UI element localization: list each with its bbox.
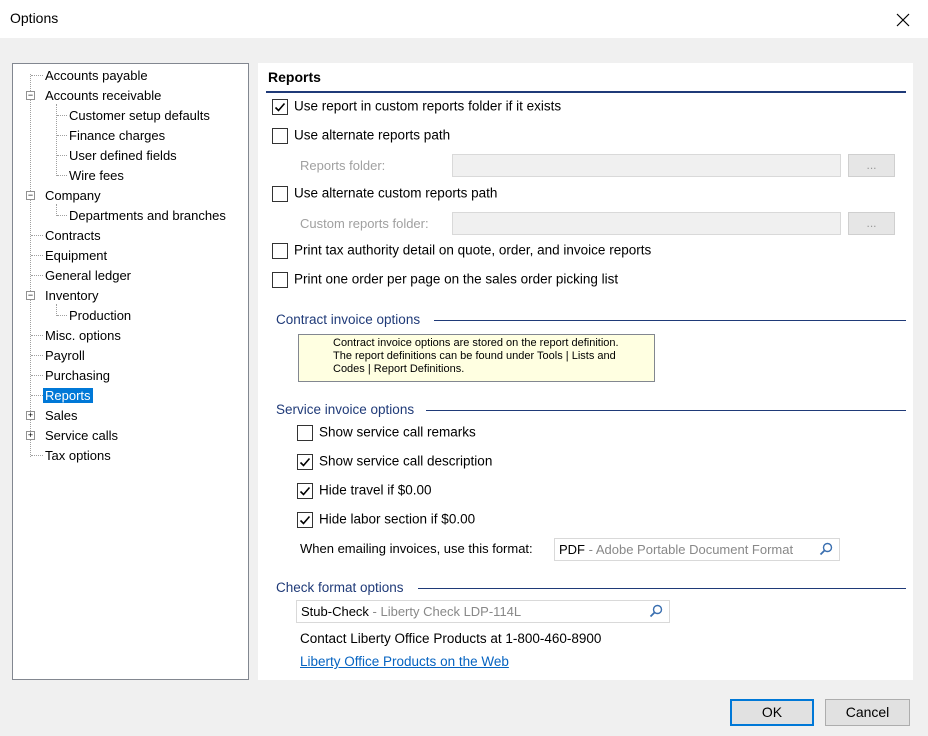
checkbox-box[interactable] xyxy=(272,242,288,259)
tree-connector xyxy=(30,74,31,457)
collapse-icon[interactable]: − xyxy=(26,291,35,300)
reports-folder-browse-button: ... xyxy=(848,154,895,177)
hide-travel-checkbox[interactable]: Hide travel if $0.00 xyxy=(297,482,432,500)
section-divider xyxy=(434,320,906,321)
tree-item-contracts[interactable]: Contracts xyxy=(43,226,103,245)
search-icon[interactable] xyxy=(649,604,663,618)
tree-item-wire-fees[interactable]: Wire fees xyxy=(67,166,126,185)
check-format-code: Stub-Check xyxy=(301,604,369,619)
tree-item-purchasing[interactable]: Purchasing xyxy=(43,366,112,385)
cancel-button[interactable]: Cancel xyxy=(825,699,910,726)
tree-item-production[interactable]: Production xyxy=(67,306,133,325)
reports-folder-input xyxy=(452,154,841,177)
checkbox-box[interactable] xyxy=(297,424,313,441)
checkmark-icon xyxy=(299,486,311,496)
tree-item-reports[interactable]: Reports xyxy=(43,386,93,405)
checkbox-box[interactable] xyxy=(272,185,288,202)
tree-item-accounts-payable[interactable]: Accounts payable xyxy=(43,66,150,85)
options-tree[interactable]: − − − + + Accounts payable Accounts rece… xyxy=(12,63,249,680)
checkmark-icon xyxy=(299,457,311,467)
tree-item-departments-and-branches[interactable]: Departments and branches xyxy=(67,206,228,225)
checkbox-box[interactable] xyxy=(272,98,288,115)
title-bar: Options xyxy=(0,0,928,38)
checkbox-box[interactable] xyxy=(297,511,313,528)
section-divider xyxy=(426,410,906,411)
tree-item-general-ledger[interactable]: General ledger xyxy=(43,266,133,285)
checkbox-box[interactable] xyxy=(297,482,313,499)
search-icon[interactable] xyxy=(819,542,833,556)
tree-item-service-calls[interactable]: Service calls xyxy=(43,426,120,445)
reports-panel: Reports Use report in custom reports fol… xyxy=(258,63,913,680)
tree-item-accounts-receivable[interactable]: Accounts receivable xyxy=(43,86,163,105)
email-format-code: PDF xyxy=(559,542,585,557)
tree-item-company[interactable]: Company xyxy=(43,186,103,205)
close-icon xyxy=(896,13,910,26)
section-divider xyxy=(418,588,906,589)
collapse-icon[interactable]: − xyxy=(26,91,35,100)
check-format-description: - Liberty Check LDP-114L xyxy=(368,604,522,619)
liberty-web-link[interactable]: Liberty Office Products on the Web xyxy=(300,654,509,669)
checkmark-icon xyxy=(299,515,311,525)
expand-icon[interactable]: + xyxy=(26,411,35,420)
tree-item-misc-options[interactable]: Misc. options xyxy=(43,326,123,345)
tree-item-inventory[interactable]: Inventory xyxy=(43,286,100,305)
heading-divider xyxy=(266,91,906,93)
print-tax-authority-detail-checkbox[interactable]: Print tax authority detail on quote, ord… xyxy=(272,242,651,260)
custom-reports-folder-label: Custom reports folder: xyxy=(300,216,429,231)
custom-reports-folder-input xyxy=(452,212,841,235)
tree-item-customer-setup-defaults[interactable]: Customer setup defaults xyxy=(67,106,212,125)
tree-item-finance-charges[interactable]: Finance charges xyxy=(67,126,167,145)
close-button[interactable] xyxy=(878,4,928,34)
show-service-call-remarks-checkbox[interactable]: Show service call remarks xyxy=(297,424,476,442)
print-one-order-per-page-checkbox[interactable]: Print one order per page on the sales or… xyxy=(272,271,618,289)
contact-text: Contact Liberty Office Products at 1-800… xyxy=(300,631,602,646)
window-title: Options xyxy=(10,10,59,26)
check-format-options-heading: Check format options xyxy=(276,580,404,595)
use-custom-reports-folder-checkbox[interactable]: Use report in custom reports folder if i… xyxy=(272,98,561,116)
check-format-lookup[interactable]: Stub-Check - Liberty Check LDP-114L xyxy=(296,600,670,623)
use-alternate-custom-reports-path-checkbox[interactable]: Use alternate custom reports path xyxy=(272,185,497,203)
use-alternate-reports-path-checkbox[interactable]: Use alternate reports path xyxy=(272,127,450,145)
expand-icon[interactable]: + xyxy=(26,431,35,440)
contract-invoice-options-heading: Contract invoice options xyxy=(276,312,421,327)
checkmark-icon xyxy=(274,102,286,112)
checkbox-box[interactable] xyxy=(272,127,288,144)
tree-item-sales[interactable]: Sales xyxy=(43,406,80,425)
service-invoice-options-heading: Service invoice options xyxy=(276,402,415,417)
tree-item-equipment[interactable]: Equipment xyxy=(43,246,109,265)
checkbox-box[interactable] xyxy=(272,271,288,288)
contract-invoice-note: Contract invoice options are stored on t… xyxy=(298,334,655,382)
email-format-label: When emailing invoices, use this format: xyxy=(300,541,533,556)
reports-folder-label: Reports folder: xyxy=(300,158,386,173)
show-service-call-description-checkbox[interactable]: Show service call description xyxy=(297,453,492,471)
tree-item-tax-options[interactable]: Tax options xyxy=(43,446,113,465)
tree-item-user-defined-fields[interactable]: User defined fields xyxy=(67,146,179,165)
email-format-lookup[interactable]: PDF - Adobe Portable Document Format xyxy=(554,538,840,561)
panel-heading: Reports xyxy=(268,69,321,85)
hide-labor-section-checkbox[interactable]: Hide labor section if $0.00 xyxy=(297,511,475,529)
checkbox-box[interactable] xyxy=(297,453,313,470)
tree-item-payroll[interactable]: Payroll xyxy=(43,346,87,365)
custom-reports-folder-browse-button: ... xyxy=(848,212,895,235)
ok-button[interactable]: OK xyxy=(730,699,814,726)
email-format-description: - Adobe Portable Document Format xyxy=(585,542,794,557)
collapse-icon[interactable]: − xyxy=(26,191,35,200)
